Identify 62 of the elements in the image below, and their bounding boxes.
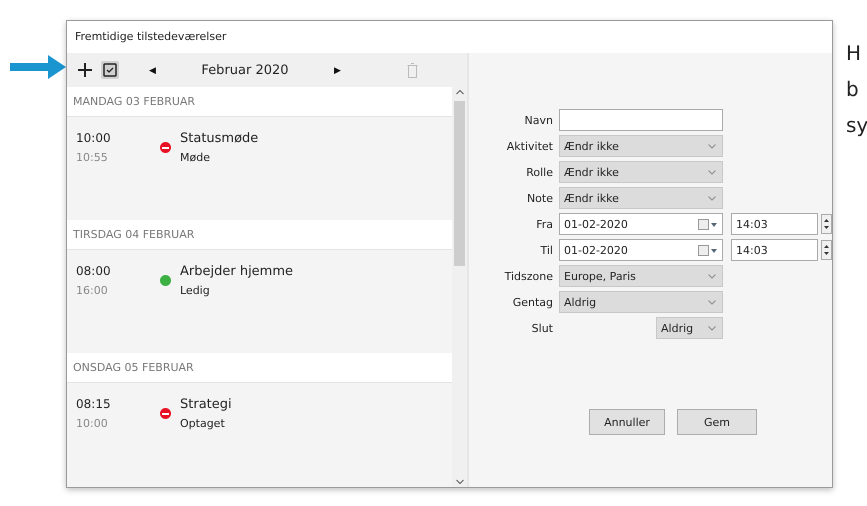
checkbox-icon [103, 63, 117, 77]
cut-off-text: H [846, 40, 862, 67]
field-label: Rolle [525, 166, 554, 178]
dropdown[interactable]: Ændr ikke [559, 161, 723, 183]
event-title: Arbejder hjemme [180, 264, 294, 279]
save-button[interactable]: Gem [677, 409, 757, 435]
event-title: Strategi [180, 397, 233, 412]
dropdown[interactable]: Aldrig [656, 317, 723, 339]
event-status: Ledig [180, 284, 211, 297]
day-heading: TIRSDAG 04 FEBRUAR [67, 220, 452, 250]
day-heading: ONSDAG 05 FEBRUAR [67, 353, 452, 383]
calendar-icon [698, 218, 718, 230]
field-label: Navn [524, 114, 554, 126]
start-time: 08:15 [76, 397, 112, 411]
chevron-down-icon [708, 300, 716, 304]
window-title: Fremtidige tilstedeværelser [74, 29, 228, 45]
chevron-down-icon [708, 326, 716, 330]
field-label: Til [540, 244, 554, 256]
start-time: 10:00 [76, 131, 112, 145]
checkbox-button[interactable] [101, 61, 119, 79]
field-label: Gentag [512, 296, 554, 308]
dropdown[interactable]: Ændr ikke [559, 135, 723, 157]
time-field[interactable]: 14:03 [731, 239, 818, 261]
cut-off-text: b [846, 76, 860, 103]
previous-button[interactable]: ◀ [145, 65, 160, 75]
field-label: Aktivitet [506, 140, 554, 152]
chevron-down-icon [708, 144, 716, 148]
scrollbar[interactable] [452, 87, 467, 487]
spinner-icon[interactable] [821, 214, 832, 234]
field-label: Note [526, 192, 554, 204]
chevron-down-icon [708, 196, 716, 200]
day-heading: MANDAG 03 FEBRUAR [67, 87, 452, 117]
event-row[interactable]: 10:00 10:55 Statusmøde Møde [67, 117, 452, 220]
chevron-down-icon [708, 170, 716, 174]
spinner-icon[interactable] [821, 240, 832, 260]
field-label: Fra [535, 218, 554, 230]
dropdown[interactable]: Europe, Paris [559, 265, 723, 287]
dropdown[interactable]: Aldrig [559, 291, 723, 313]
end-time: 10:00 [76, 417, 109, 430]
time-field[interactable]: 14:03 [731, 213, 818, 235]
event-status: Møde [180, 151, 211, 164]
event-title: Statusmøde [180, 131, 260, 146]
chevron-down-icon [708, 274, 716, 278]
end-time: 16:00 [76, 284, 109, 297]
start-time: 08:00 [76, 264, 112, 278]
field-label: Tidszone [504, 270, 554, 282]
event-status: Optaget [180, 417, 226, 430]
field-label: Slut [530, 322, 554, 334]
plus-icon [77, 62, 93, 78]
event-row[interactable]: 08:00 16:00 Arbejder hjemme Ledig [67, 250, 452, 353]
end-time: 10:55 [76, 151, 109, 164]
add-button[interactable] [75, 60, 95, 80]
calendar-icon [698, 244, 718, 256]
date-field[interactable]: 01-02-2020 [559, 213, 723, 235]
month-label: Februar 2020 [200, 62, 290, 78]
arrow-right-icon [10, 55, 66, 79]
dropdown[interactable]: Ændr ikke [559, 187, 723, 209]
cancel-button[interactable]: Annuller [589, 409, 665, 435]
input-field[interactable] [559, 109, 723, 131]
next-button[interactable]: ▶ [330, 65, 345, 75]
date-field[interactable]: 01-02-2020 [559, 239, 723, 261]
event-row[interactable]: 08:15 10:00 Strategi Optaget [67, 383, 452, 486]
